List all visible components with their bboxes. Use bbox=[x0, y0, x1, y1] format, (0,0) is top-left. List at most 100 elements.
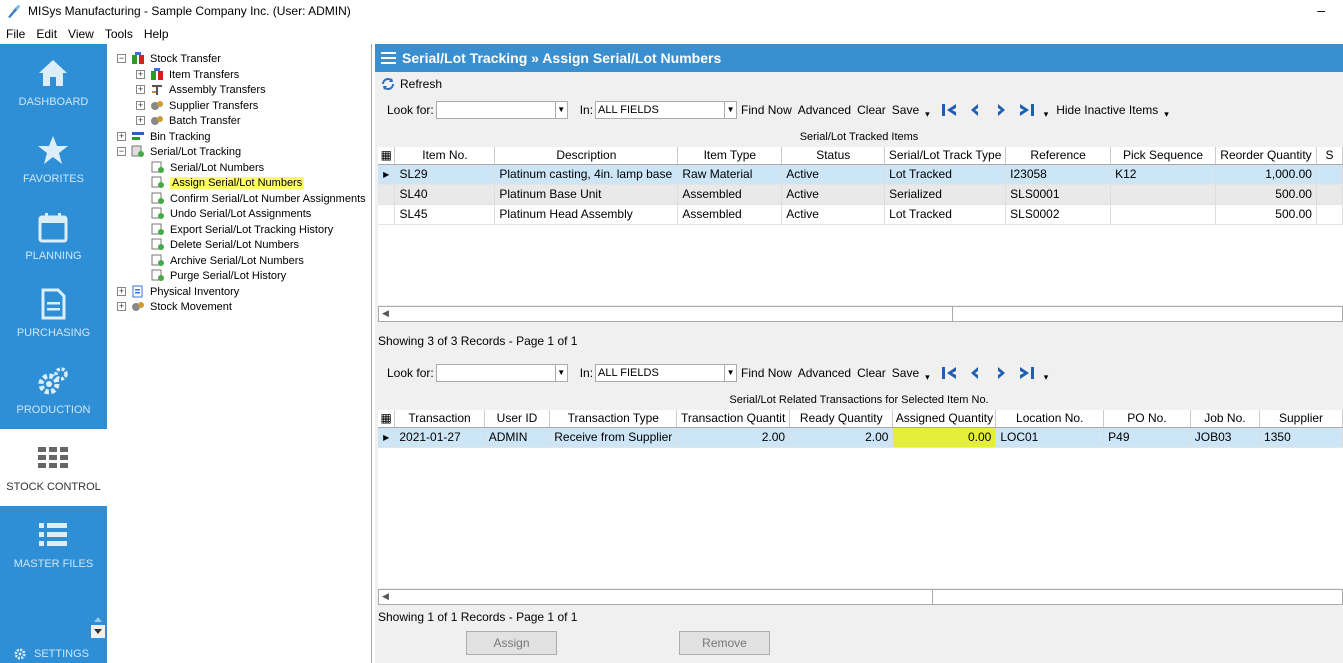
tree-node-serial-lot-numbers[interactable]: Serial/Lot Numbers bbox=[151, 160, 264, 175]
tree-node-assembly-transfers[interactable]: + Assembly Transfers bbox=[136, 82, 266, 97]
column-supplier[interactable]: Supplier bbox=[1259, 410, 1343, 428]
menu-edit[interactable]: Edit bbox=[36, 27, 57, 41]
cell-reorder-quantity[interactable]: 1,000.00 bbox=[1215, 164, 1317, 185]
tree-collapse-icon[interactable]: − bbox=[117, 147, 126, 156]
cell-track-type[interactable]: Lot Tracked bbox=[884, 164, 1007, 185]
clear-button[interactable]: Clear bbox=[857, 103, 886, 117]
cell-transaction-type[interactable]: Receive from Supplier bbox=[549, 427, 678, 448]
next-page-icon[interactable] bbox=[992, 102, 1010, 118]
nav-master-files[interactable]: MASTER FILES bbox=[0, 506, 107, 583]
save-button[interactable]: Save bbox=[892, 366, 919, 380]
save-button[interactable]: Save bbox=[892, 103, 919, 117]
last-page-icon[interactable] bbox=[1018, 102, 1036, 118]
tree-node-purge-history[interactable]: Purge Serial/Lot History bbox=[151, 268, 286, 283]
menu-view[interactable]: View bbox=[68, 27, 94, 41]
cell-pick-sequence[interactable]: K12 bbox=[1110, 164, 1216, 185]
tree-node-stock-transfer[interactable]: − Stock Transfer bbox=[117, 51, 221, 66]
tree-node-confirm-assignments[interactable]: Confirm Serial/Lot Number Assignments bbox=[151, 191, 366, 206]
column-chooser-icon[interactable]: ▦ bbox=[378, 147, 396, 165]
nav-dashboard[interactable]: DASHBOARD bbox=[0, 44, 107, 121]
last-page-icon[interactable] bbox=[1018, 365, 1036, 381]
tree-expand-icon[interactable]: + bbox=[117, 302, 126, 311]
tree-expand-icon[interactable]: + bbox=[136, 101, 145, 110]
cell-s[interactable] bbox=[1316, 204, 1343, 225]
minimize-button[interactable]: – bbox=[1317, 2, 1325, 18]
tree-expand-icon[interactable]: + bbox=[117, 287, 126, 296]
nav-settings[interactable]: SETTINGS bbox=[0, 644, 107, 663]
chevron-down-icon[interactable]: ▼ bbox=[554, 365, 567, 381]
tree-expand-icon[interactable]: + bbox=[136, 116, 145, 125]
column-reorder-quantity[interactable]: Reorder Quantity bbox=[1215, 147, 1317, 165]
save-dropdown-icon[interactable]: ▾ bbox=[925, 109, 930, 120]
cell-reference[interactable]: I23058 bbox=[1005, 164, 1112, 185]
tree-node-assign-serial-lot-numbers[interactable]: Assign Serial/Lot Numbers bbox=[151, 175, 305, 190]
column-ready-quantity[interactable]: Ready Quantity bbox=[789, 410, 894, 428]
column-transaction-quantity[interactable]: Transaction Quantit bbox=[676, 410, 791, 428]
menu-help[interactable]: Help bbox=[144, 27, 169, 41]
column-track-type[interactable]: Serial/Lot Track Type bbox=[884, 147, 1007, 165]
first-page-icon[interactable] bbox=[940, 102, 958, 118]
tree-node-archive-numbers[interactable]: Archive Serial/Lot Numbers bbox=[151, 253, 304, 268]
scroll-left-icon[interactable]: ◀ bbox=[382, 308, 389, 319]
column-status[interactable]: Status bbox=[781, 147, 886, 165]
next-page-icon[interactable] bbox=[992, 365, 1010, 381]
cell-reorder-quantity[interactable]: 500.00 bbox=[1215, 184, 1317, 205]
find-now-button[interactable]: Find Now bbox=[741, 366, 792, 380]
save-dropdown-icon[interactable]: ▾ bbox=[925, 372, 930, 383]
cell-status[interactable]: Active bbox=[781, 184, 886, 205]
cell-item-no[interactable]: SL29 bbox=[394, 164, 496, 185]
tree-node-delete-numbers[interactable]: Delete Serial/Lot Numbers bbox=[151, 237, 299, 252]
look-for-input-transactions[interactable]: ▼ bbox=[435, 364, 568, 382]
column-transaction[interactable]: Transaction bbox=[394, 410, 485, 428]
assign-button[interactable]: Assign bbox=[466, 631, 557, 655]
previous-page-icon[interactable] bbox=[966, 102, 984, 118]
nav-favorites[interactable]: FAVORITES bbox=[0, 121, 107, 198]
cell-s[interactable] bbox=[1316, 164, 1343, 185]
cell-reference[interactable]: SLS0002 bbox=[1005, 204, 1112, 225]
cell-track-type[interactable]: Serialized bbox=[884, 184, 1007, 205]
hamburger-menu-icon[interactable] bbox=[381, 52, 396, 64]
tree-node-batch-transfer[interactable]: + Batch Transfer bbox=[136, 113, 241, 128]
cell-pick-sequence[interactable] bbox=[1110, 204, 1216, 225]
column-item-no[interactable]: Item No. bbox=[394, 147, 496, 165]
column-item-type[interactable]: Item Type bbox=[677, 147, 783, 165]
tree-node-item-transfers[interactable]: + Item Transfers bbox=[136, 67, 239, 82]
column-transaction-type[interactable]: Transaction Type bbox=[549, 410, 678, 428]
cell-description[interactable]: Platinum casting, 4in. lamp base bbox=[494, 164, 679, 185]
refresh-button[interactable]: Refresh bbox=[381, 76, 442, 92]
first-page-icon[interactable] bbox=[940, 365, 958, 381]
cell-location-no[interactable]: LOC01 bbox=[995, 427, 1105, 448]
remove-button[interactable]: Remove bbox=[679, 631, 770, 655]
column-pick-sequence[interactable]: Pick Sequence bbox=[1110, 147, 1216, 165]
cell-assigned-quantity[interactable]: 0.00 bbox=[892, 427, 997, 448]
column-po-no[interactable]: PO No. bbox=[1103, 410, 1191, 428]
hide-inactive-items-button[interactable]: Hide Inactive Items bbox=[1056, 103, 1158, 117]
cell-item-type[interactable]: Raw Material bbox=[677, 164, 783, 185]
cell-pick-sequence[interactable] bbox=[1110, 184, 1216, 205]
cell-item-no[interactable]: SL40 bbox=[394, 184, 496, 205]
tree-collapse-icon[interactable]: − bbox=[117, 54, 126, 63]
nav-planning[interactable]: PLANNING bbox=[0, 198, 107, 275]
menu-tools[interactable]: Tools bbox=[105, 27, 133, 41]
tree-node-export-history[interactable]: Export Serial/Lot Tracking History bbox=[151, 222, 333, 237]
cell-item-type[interactable]: Assembled bbox=[677, 184, 783, 205]
previous-page-icon[interactable] bbox=[966, 365, 984, 381]
cell-status[interactable]: Active bbox=[781, 164, 886, 185]
tree-node-bin-tracking[interactable]: + Bin Tracking bbox=[117, 129, 211, 144]
in-field-select[interactable]: ALL FIELDS ▼ bbox=[595, 101, 738, 119]
table-row[interactable]: ▶ SL29 Platinum casting, 4in. lamp base … bbox=[378, 164, 1343, 185]
tree-expand-icon[interactable]: + bbox=[136, 70, 145, 79]
advanced-button[interactable]: Advanced bbox=[798, 366, 851, 380]
column-chooser-icon[interactable]: ▦ bbox=[378, 410, 396, 428]
cell-s[interactable] bbox=[1316, 184, 1343, 205]
items-horizontal-scrollbar[interactable]: ◀ bbox=[378, 306, 1343, 322]
cell-track-type[interactable]: Lot Tracked bbox=[884, 204, 1007, 225]
nav-dropdown-icon[interactable]: ▾ bbox=[1044, 109, 1049, 120]
nav-dropdown-icon[interactable]: ▾ bbox=[1044, 372, 1049, 383]
column-description[interactable]: Description bbox=[494, 147, 679, 165]
cell-description[interactable]: Platinum Base Unit bbox=[494, 184, 679, 205]
cell-status[interactable]: Active bbox=[781, 204, 886, 225]
look-for-input[interactable]: ▼ bbox=[435, 101, 568, 119]
tree-node-serial-lot-tracking[interactable]: − Serial/Lot Tracking bbox=[117, 144, 241, 159]
tree-node-supplier-transfers[interactable]: + Supplier Transfers bbox=[136, 98, 258, 113]
